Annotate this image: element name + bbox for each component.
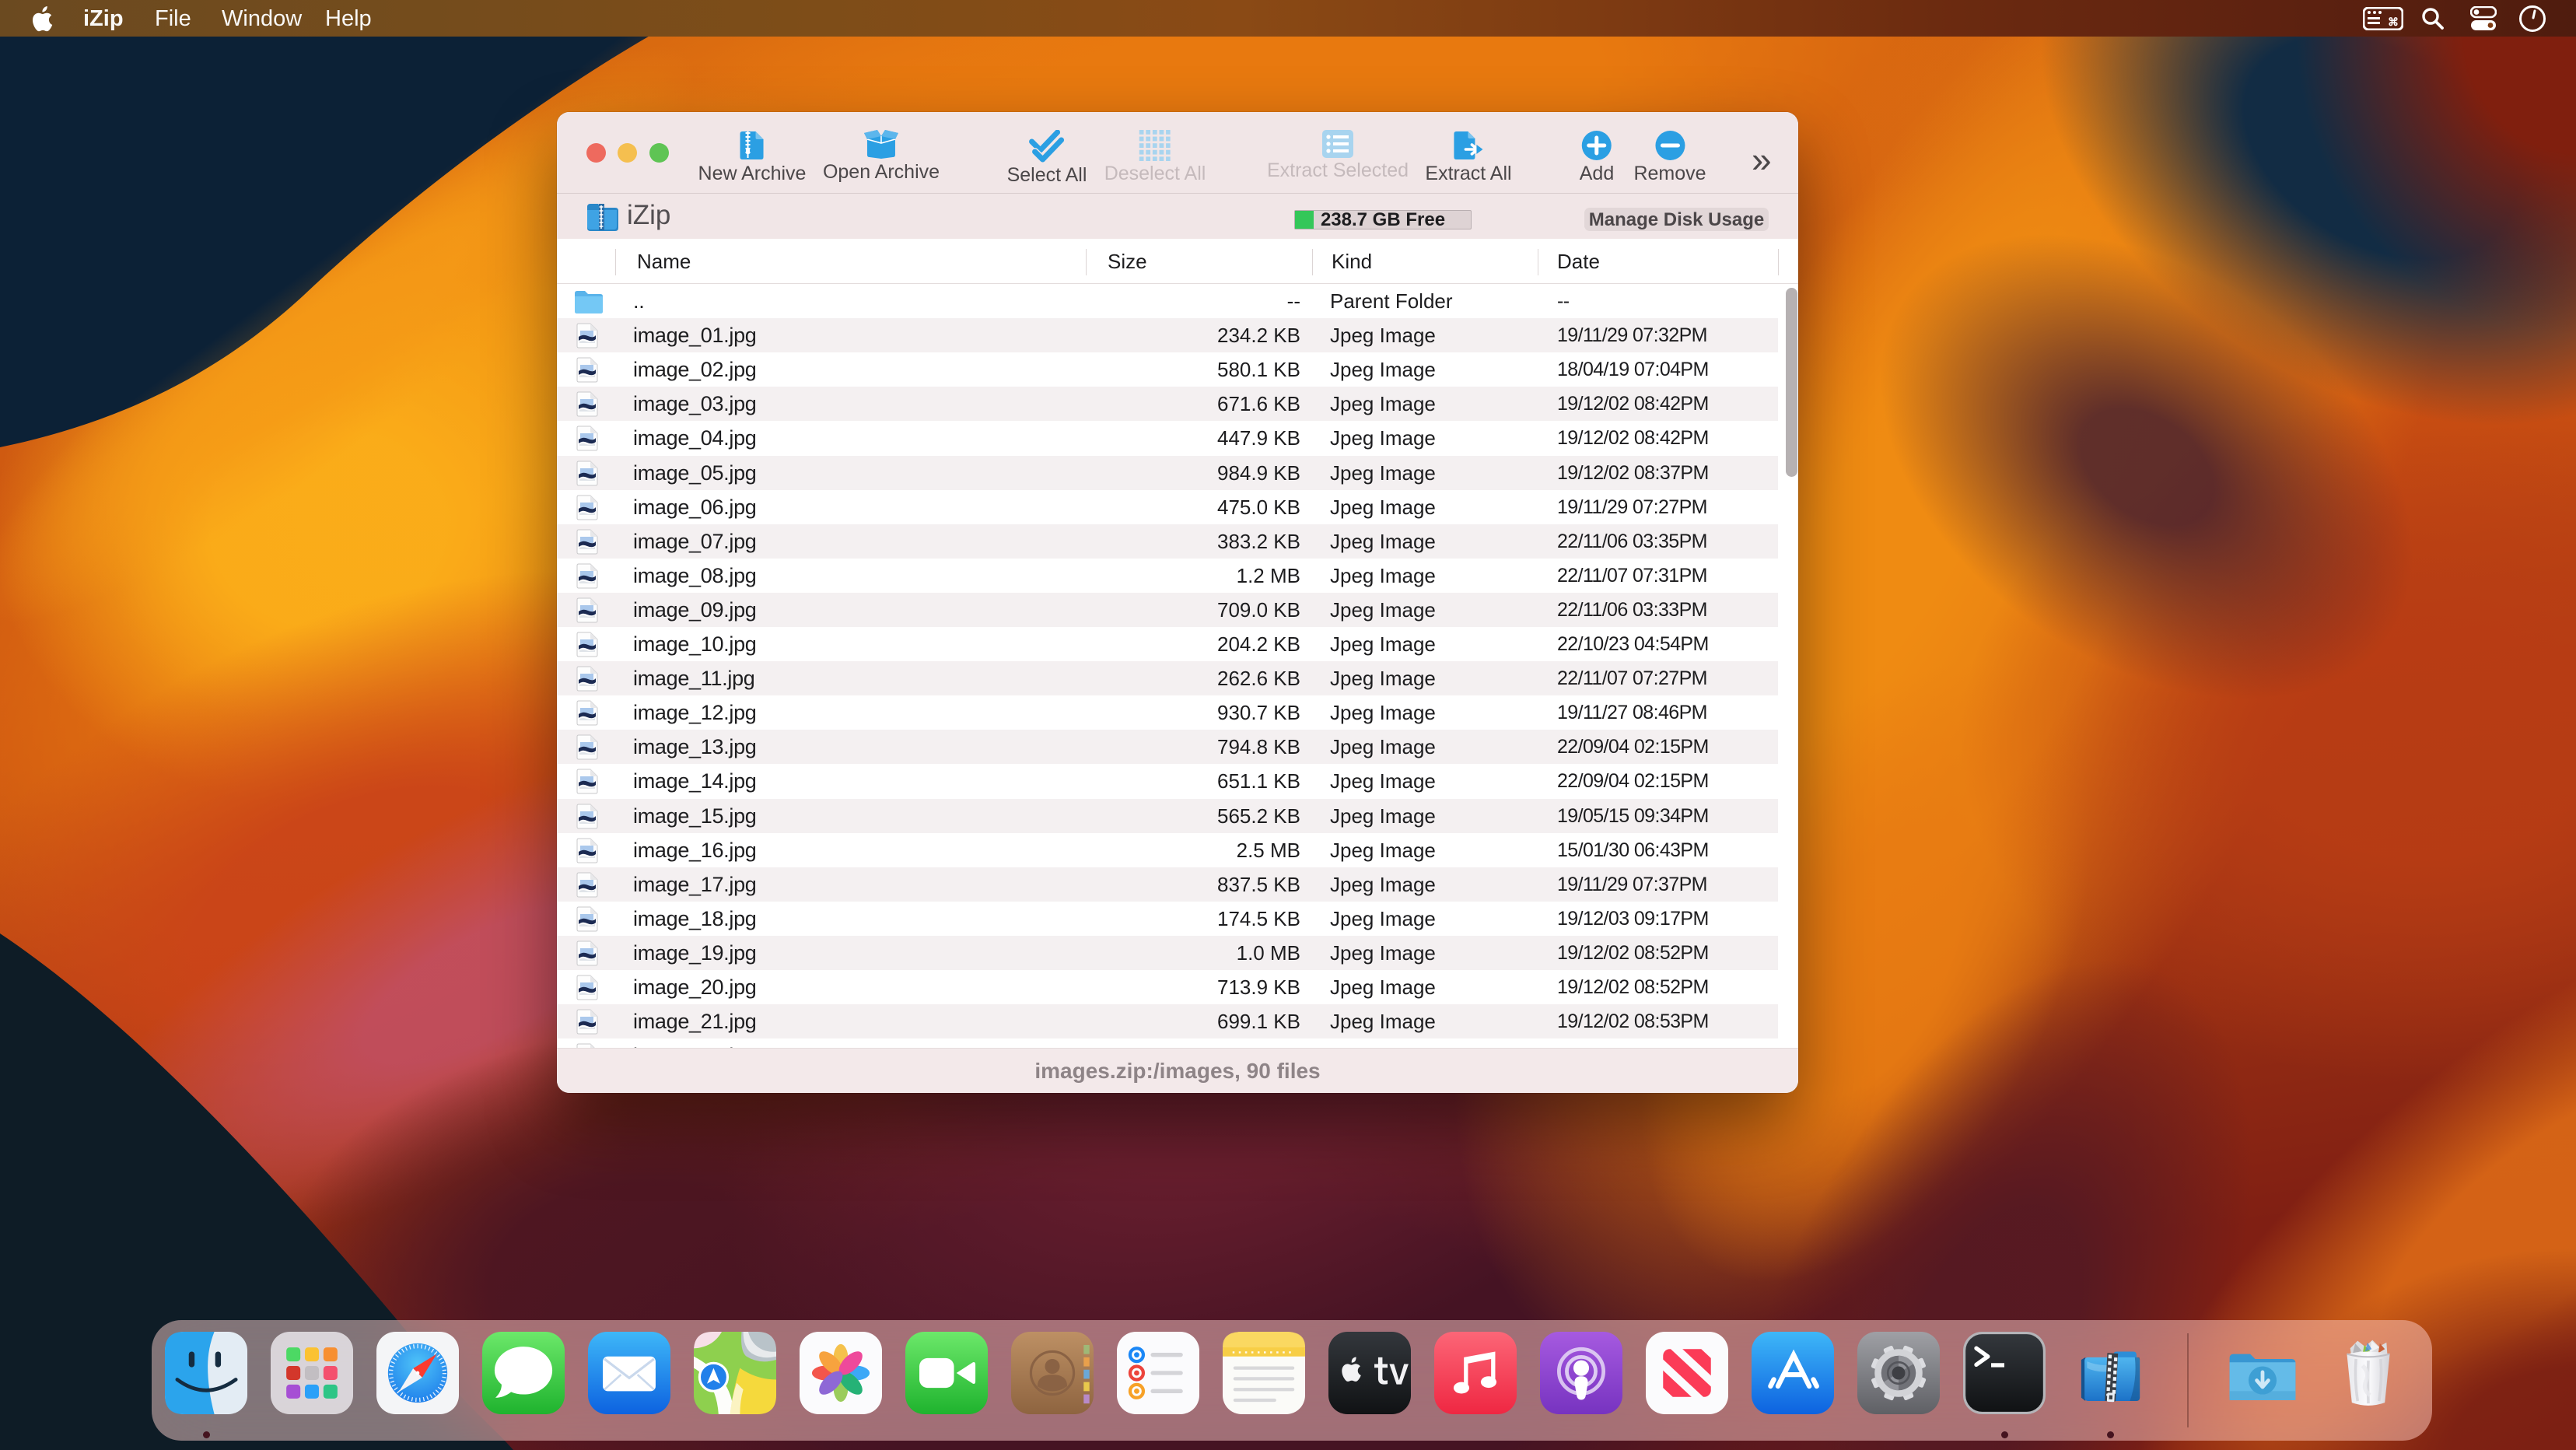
svg-text:⌘: ⌘ [2388,16,2399,28]
